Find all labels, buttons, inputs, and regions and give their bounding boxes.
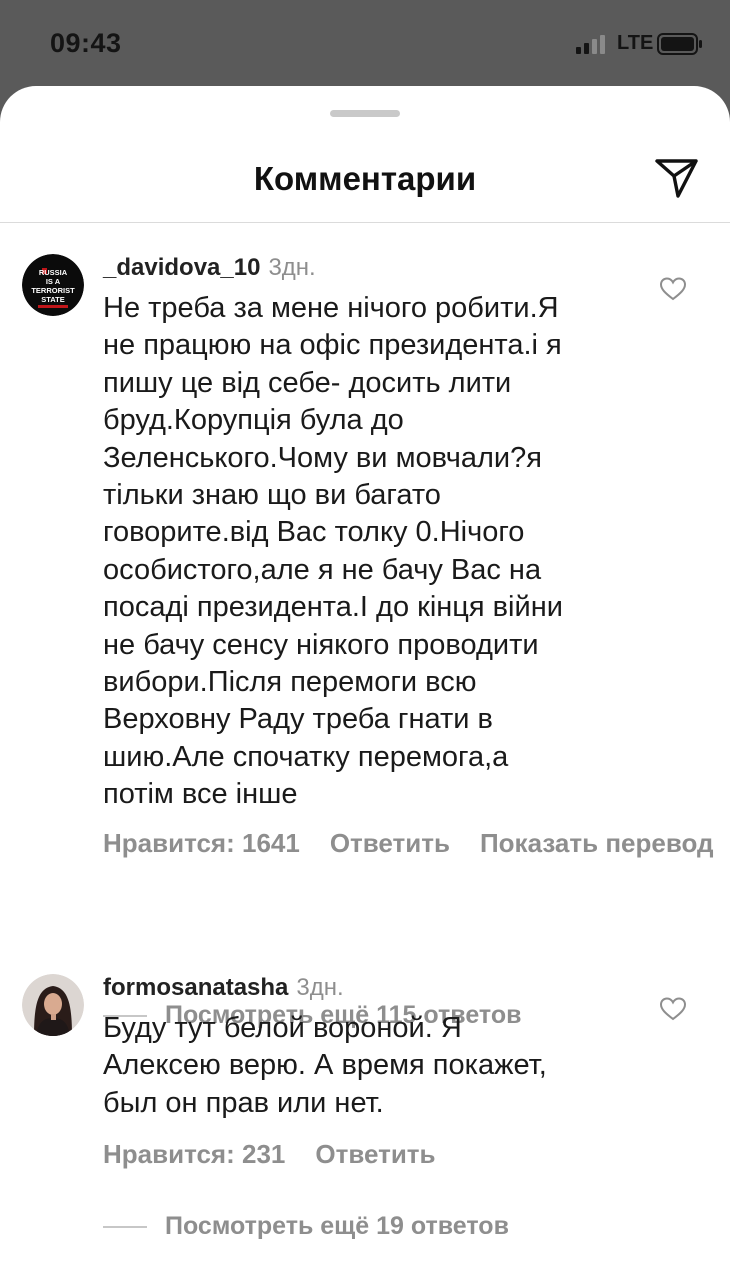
replies-divider-line [103,1226,147,1228]
view-replies-button[interactable]: Посмотреть ещё 19 ответов [103,1212,623,1242]
header-divider [0,222,730,223]
comment-line: был он прав или нет. [103,1086,384,1119]
badge-line-3: TERRORIST [31,286,75,295]
comment-header: formosanatasha 3дн. [103,974,344,1002]
avatar[interactable] [22,974,84,1036]
comment-line: Буду тут белой вороной. Я [103,1012,462,1044]
comment-time: 3дн. [268,254,316,281]
comment-line: говорите.від Вас толку 0.Нічого [103,516,525,549]
badge-line-2: IS A [46,277,61,286]
battery-icon [657,33,702,55]
heart-icon[interactable] [660,277,686,301]
reply-button[interactable]: Ответить [330,828,450,858]
comment-line: особистого,але я не бачу Вас на [103,553,542,586]
comment-line: не працюю на офіс президента.і я [103,329,562,362]
avatar-photo [22,974,84,1036]
comment-line: Зеленського.Чому ви мовчали?я [103,441,542,474]
comment-line: Не треба за мене нічого робити.Я [103,292,559,324]
sheet-title: Комментарии [253,160,477,197]
comment-line: посаді президента.І до кінця війни [103,591,563,624]
likes-count[interactable]: Нравится: 1641 [103,828,300,858]
comment-line: не бачу сенсу ніякого проводити [103,628,539,661]
comment-actions: Нравится: 1641 Ответить Показать перевод [103,828,730,859]
badge-line-4: STATE [41,295,64,304]
sheet-drag-handle[interactable] [330,110,400,117]
comment-text: Буду тут белой вороной. Я Алексею верю. … [103,1010,643,1122]
avatar-badge-image: RUSSIA IS A TERRORIST STATE [22,254,84,316]
avatar[interactable]: RUSSIA IS A TERRORIST STATE [22,254,84,316]
comment-line: Алексею верю. А время покажет, [103,1049,547,1082]
comment-header: _davidova_10 3дн. [103,254,316,282]
comment-text: Не треба за мене нічого робити.Я не прац… [103,290,643,814]
likes-count[interactable]: Нравится: 231 [103,1139,285,1169]
comment-line: бруд.Корупція була до [103,404,404,437]
heart-icon[interactable] [660,997,686,1021]
comment-actions: Нравится: 231 Ответить [103,1139,466,1170]
comments-sheet: Комментарии RUSSIA IS A TERRORIST STATE … [0,86,730,1280]
view-replies-label: Посмотреть ещё 19 ответов [165,1212,509,1240]
comment-line: тільки знаю що ви багато [103,479,441,512]
status-time: 09:43 [50,28,122,58]
comment-username[interactable]: formosanatasha [103,974,288,1001]
comment-line: шию.Але спочатку перемога,а [103,740,509,773]
network-type: LTE [617,32,654,54]
comment-username[interactable]: _davidova_10 [103,254,260,281]
status-bar: 09:43 LTE [0,0,730,86]
comment-line: Верховну Раду треба гнати в [103,703,493,736]
comment-line: пишу це від себе- досить лити [103,366,512,399]
reply-button[interactable]: Ответить [315,1139,435,1169]
badge-line-1: RUSSIA [39,268,68,277]
comment-line: вибори.Після перемоги всю [103,666,477,699]
translate-button[interactable]: Показать перевод [480,828,714,858]
comment-line: потім все інше [103,778,298,811]
comment-time: 3дн. [296,974,344,1001]
signal-strength-icon [576,35,605,54]
paper-plane-icon[interactable] [654,157,700,199]
